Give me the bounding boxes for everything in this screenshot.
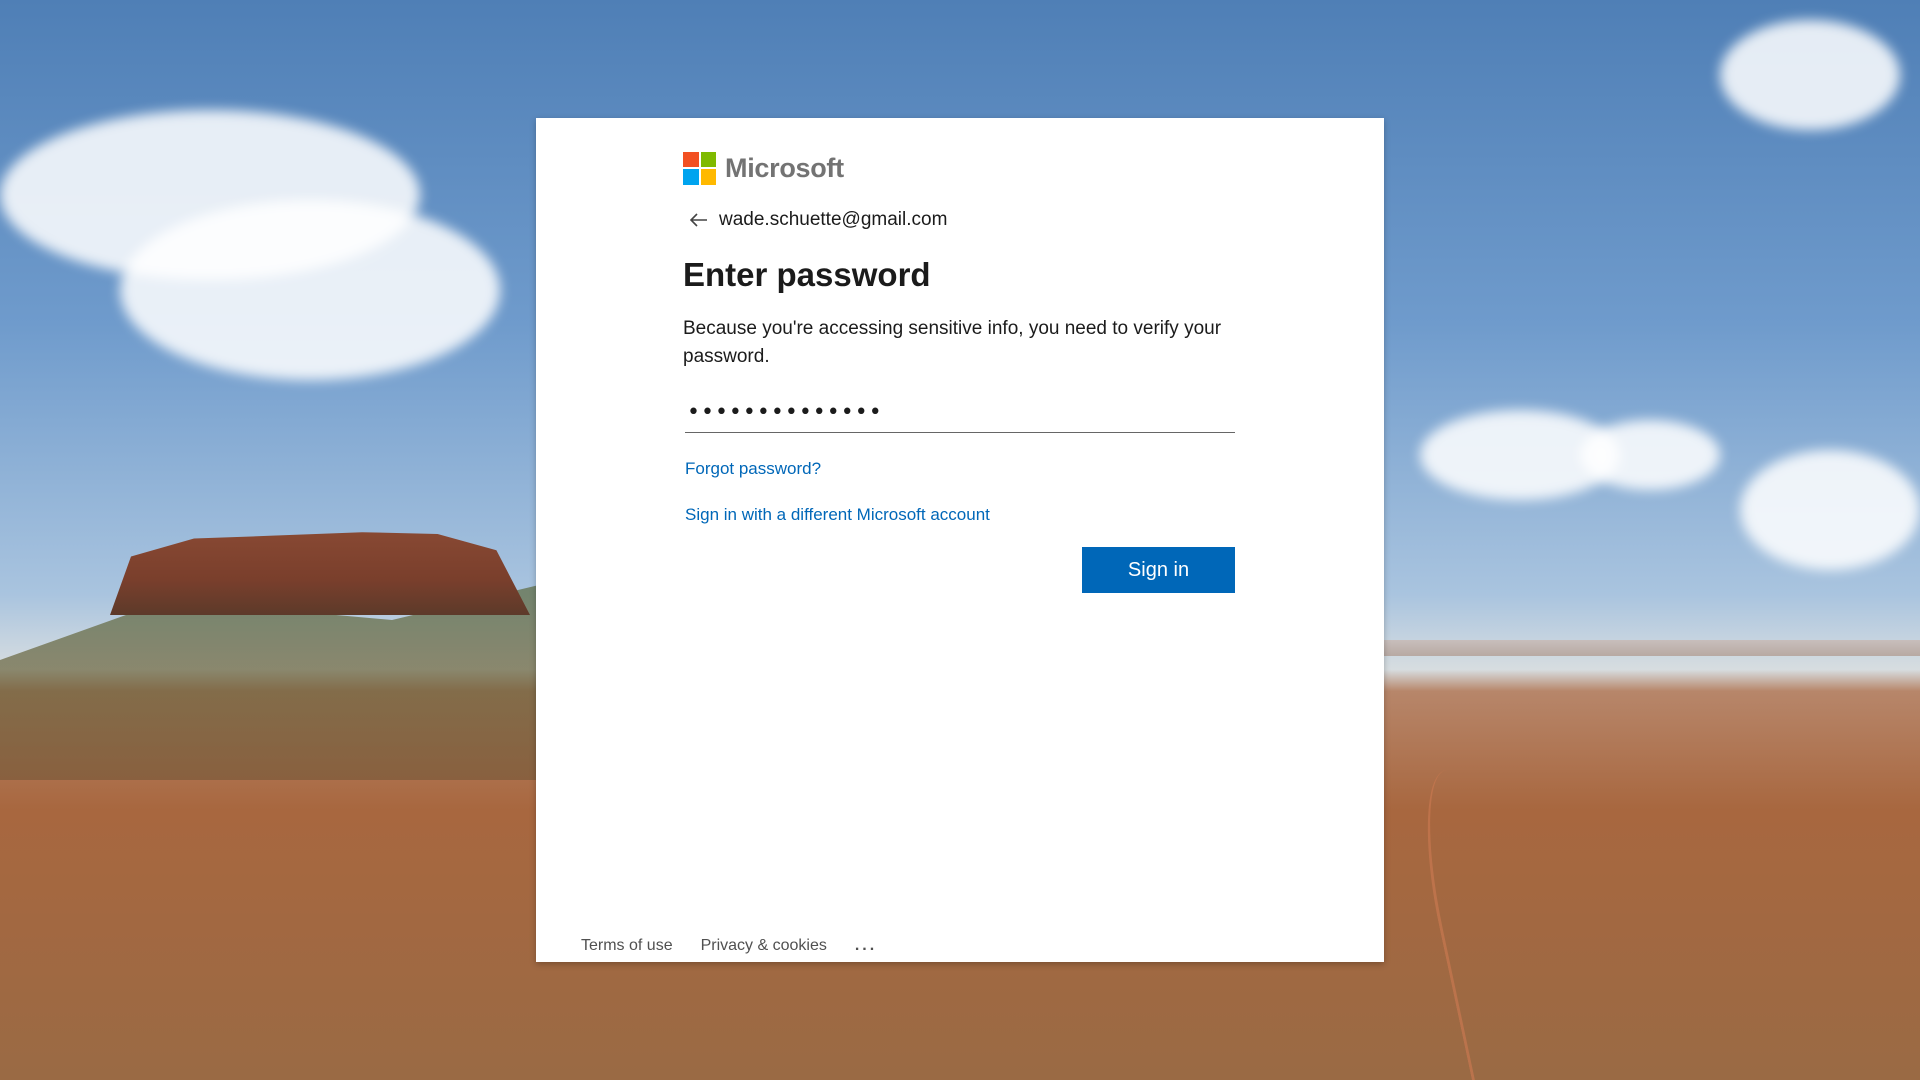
- more-options-icon[interactable]: ...: [855, 937, 877, 955]
- microsoft-logo-icon: [683, 151, 716, 185]
- different-account-link[interactable]: Sign in with a different Microsoft accou…: [685, 505, 990, 525]
- sign-in-dialog: Microsoft wade.schuette@gmail.com Enter …: [536, 118, 1384, 962]
- microsoft-logo: Microsoft: [683, 151, 1233, 185]
- brand-name: Microsoft: [725, 152, 844, 183]
- identity-banner: wade.schuette@gmail.com: [683, 207, 1233, 233]
- terms-of-use-link[interactable]: Terms of use: [581, 937, 673, 955]
- account-email: wade.schuette@gmail.com: [719, 209, 948, 230]
- page-title: Enter password: [683, 256, 931, 293]
- forgot-password-link[interactable]: Forgot password?: [685, 459, 821, 479]
- back-arrow-icon[interactable]: [687, 208, 711, 232]
- verification-message: Because you're accessing sensitive info,…: [683, 318, 1222, 367]
- footer: Terms of use Privacy & cookies ...: [581, 936, 877, 956]
- privacy-cookies-link[interactable]: Privacy & cookies: [701, 937, 827, 955]
- password-input[interactable]: [685, 393, 1235, 433]
- sign-in-button[interactable]: Sign in: [1082, 547, 1235, 593]
